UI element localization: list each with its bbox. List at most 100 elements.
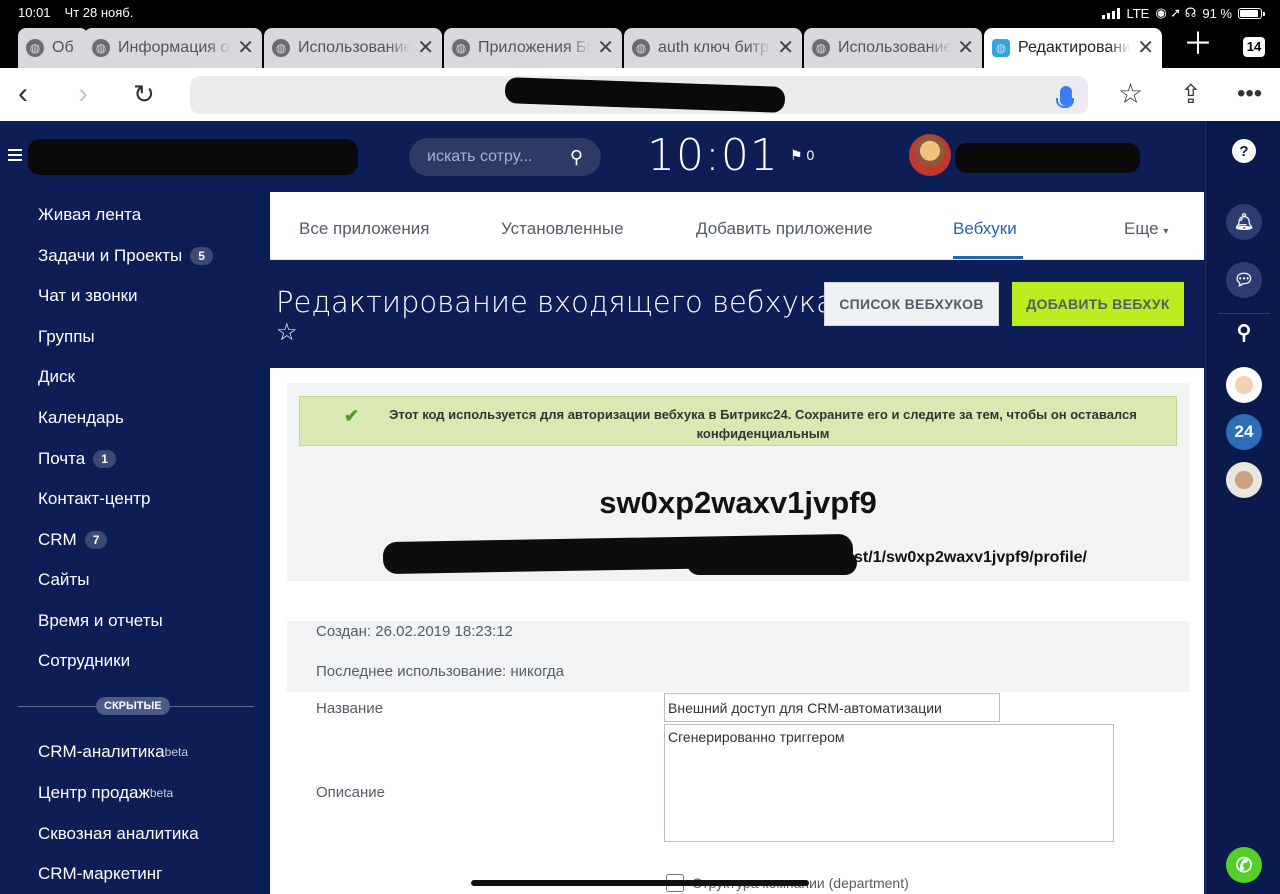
checkmark-icon: ✔ bbox=[344, 406, 360, 426]
sidebar-item-sales-center[interactable]: Центр продаж beta bbox=[38, 783, 173, 803]
flag-counter[interactable]: ⚑ 0 bbox=[790, 147, 814, 164]
sidebar-item-chat[interactable]: Чат и звонки bbox=[38, 286, 138, 306]
close-tab-icon[interactable]: ✕ bbox=[417, 38, 434, 58]
sidebar-item-contact-center[interactable]: Контакт-центр bbox=[38, 489, 151, 509]
forward-arrow-icon[interactable]: › bbox=[78, 79, 88, 109]
tab-label: Редактировани bbox=[1018, 39, 1131, 56]
globe-icon: ◍ bbox=[26, 39, 44, 57]
close-tab-icon[interactable]: ✕ bbox=[957, 38, 974, 58]
tab-more-label: Еще bbox=[1124, 219, 1159, 238]
name-label: Название bbox=[316, 700, 384, 717]
browser-tab-active[interactable]: ◍ Редактировани ✕ bbox=[984, 28, 1162, 68]
tab-label: Приложения Би bbox=[478, 39, 592, 56]
tab-label: Об bbox=[52, 39, 74, 56]
help-icon[interactable]: ? bbox=[1232, 139, 1256, 163]
close-tab-icon[interactable]: ✕ bbox=[597, 38, 614, 58]
status-bar: 10:01 Чт 28 нояб. LTE ◉ ➚ ☊ 91 % bbox=[0, 0, 1280, 26]
close-tab-icon[interactable]: ✕ bbox=[1137, 38, 1154, 58]
sidebar-item-label: Сайты bbox=[38, 570, 90, 589]
tab-label: Использование bbox=[298, 39, 412, 56]
sidebar-item-label: Живая лента bbox=[38, 205, 142, 224]
browser-tab[interactable]: ◍ Об bbox=[18, 28, 88, 68]
globe-icon: ◍ bbox=[92, 39, 110, 57]
tab-count-icon[interactable]: 14 bbox=[1243, 37, 1265, 57]
menu-burger-icon[interactable] bbox=[8, 149, 22, 164]
webhook-list-button[interactable]: СПИСОК ВЕБХУКОВ bbox=[824, 282, 999, 326]
address-bar: ‹ › ↻ ☆ ⇪ ••• bbox=[0, 68, 1280, 121]
favorite-star-icon[interactable]: ☆ bbox=[276, 318, 298, 347]
close-tab-icon[interactable]: ✕ bbox=[777, 38, 794, 58]
more-icon[interactable]: ••• bbox=[1237, 80, 1262, 108]
bitrix24-icon[interactable]: 24 bbox=[1226, 414, 1262, 450]
description-label: Описание bbox=[316, 784, 386, 801]
back-arrow-icon[interactable]: ‹ bbox=[18, 79, 28, 109]
microphone-icon[interactable] bbox=[1056, 86, 1074, 108]
sidebar-item-calendar[interactable]: Календарь bbox=[38, 408, 124, 428]
share-icon[interactable]: ⇪ bbox=[1180, 80, 1202, 108]
sidebar-item-label: Диск bbox=[38, 367, 75, 386]
portal-header: ⚲ 10:01 ⚑ 0 bbox=[0, 121, 1205, 192]
search-icon[interactable]: ⚲ bbox=[570, 147, 583, 168]
chevron-down-icon: ▾ bbox=[1163, 226, 1169, 237]
sidebar-item-tasks[interactable]: Задачи и Проекты 5 bbox=[38, 246, 213, 266]
sidebar-item-crm[interactable]: CRM 7 bbox=[38, 530, 108, 550]
search-icon[interactable]: ⚲ bbox=[1226, 314, 1262, 350]
sidebar-item-crm-marketing[interactable]: CRM-маркетинг bbox=[38, 864, 162, 884]
sidebar-item-groups[interactable]: Группы bbox=[38, 327, 95, 347]
sidebar-item-feed[interactable]: Живая лента bbox=[38, 205, 141, 225]
left-sidebar: Живая лента Задачи и Проекты 5 Чат и звон… bbox=[0, 192, 270, 894]
bookmark-star-icon[interactable]: ☆ bbox=[1118, 80, 1143, 108]
sidebar-item-label: Время и отчеты bbox=[38, 611, 163, 630]
search-input[interactable] bbox=[427, 148, 552, 166]
tab-all-apps[interactable]: Все приложения bbox=[299, 219, 429, 239]
browser-tab[interactable]: ◍ Приложения Би ✕ bbox=[444, 28, 622, 68]
phone-icon[interactable]: ✆ bbox=[1226, 847, 1262, 883]
clock[interactable]: 10:01 bbox=[647, 130, 779, 181]
search-box[interactable]: ⚲ bbox=[409, 138, 601, 176]
tab-webhooks[interactable]: Вебхуки bbox=[953, 219, 1017, 239]
sidebar-item-mail[interactable]: Почта 1 bbox=[38, 449, 116, 469]
sidebar-item-label: Контакт-центр bbox=[38, 489, 151, 508]
description-field[interactable]: Сгенерированно триггером bbox=[664, 724, 1114, 842]
tab-label: Использование bbox=[838, 39, 952, 56]
close-tab-icon[interactable]: ✕ bbox=[237, 38, 254, 58]
notice-text: Этот код используется для авторизации ве… bbox=[389, 407, 1137, 441]
browser-tab[interactable]: ◍ Использование ✕ bbox=[264, 28, 442, 68]
webhook-form: ✔ Этот код используется для авторизации … bbox=[270, 368, 1204, 894]
globe-icon: ◍ bbox=[812, 39, 830, 57]
sidebar-item-end-to-end-analytics[interactable]: Сквозная аналитика bbox=[38, 824, 199, 844]
counter-badge: 7 bbox=[84, 531, 108, 549]
created-date: Создан: 26.02.2019 18:23:12 bbox=[316, 623, 513, 640]
status-date: Чт 28 нояб. bbox=[64, 5, 134, 20]
add-webhook-button[interactable]: ДОБАВИТЬ ВЕБХУК bbox=[1012, 282, 1184, 326]
browser-tab[interactable]: ◍ auth ключ битр ✕ bbox=[624, 28, 802, 68]
sidebar-item-label: Сквозная аналитика bbox=[38, 824, 199, 843]
signal-icon bbox=[1102, 7, 1121, 19]
globe-icon: ◍ bbox=[452, 39, 470, 57]
tab-installed[interactable]: Установленные bbox=[501, 219, 624, 239]
tab-add-app[interactable]: Добавить приложение bbox=[696, 219, 873, 239]
sidebar-item-disk[interactable]: Диск bbox=[38, 367, 75, 387]
new-tab-plus-icon[interactable]: ＋ bbox=[1183, 30, 1213, 60]
contact-avatar[interactable] bbox=[1226, 367, 1262, 403]
flag-icon: ⚑ bbox=[790, 147, 803, 163]
name-field[interactable] bbox=[664, 693, 1000, 722]
globe-icon: ◍ bbox=[272, 39, 290, 57]
sidebar-item-time-reports[interactable]: Время и отчеты bbox=[38, 611, 163, 631]
app-tabs: Все приложения Установленные Добавить пр… bbox=[270, 192, 1204, 260]
notifications-bell-icon[interactable]: 🔔︎ bbox=[1226, 204, 1262, 240]
reload-icon[interactable]: ↻ bbox=[133, 80, 155, 108]
browser-tab[interactable]: ◍ Использование ✕ bbox=[804, 28, 982, 68]
tab-more[interactable]: Еще ▾ bbox=[1124, 219, 1168, 239]
contact-avatar[interactable] bbox=[1226, 462, 1262, 498]
sidebar-item-label: Чат и звонки bbox=[38, 286, 138, 305]
sidebar-item-sites[interactable]: Сайты bbox=[38, 570, 89, 590]
browser-tab[interactable]: ◍ Информация о ✕ bbox=[84, 28, 262, 68]
bitrix-favicon-icon: ◍ bbox=[992, 39, 1010, 57]
hidden-section-toggle[interactable]: СКРЫТЫЕ bbox=[96, 697, 170, 715]
last-used: Последнее использование: никогда bbox=[316, 663, 565, 680]
sidebar-item-crm-analytics[interactable]: CRM-аналитика beta bbox=[38, 742, 188, 762]
user-avatar[interactable] bbox=[909, 134, 951, 176]
sidebar-item-employees[interactable]: Сотрудники bbox=[38, 651, 130, 671]
chat-icon[interactable]: 💬︎ bbox=[1226, 262, 1262, 298]
